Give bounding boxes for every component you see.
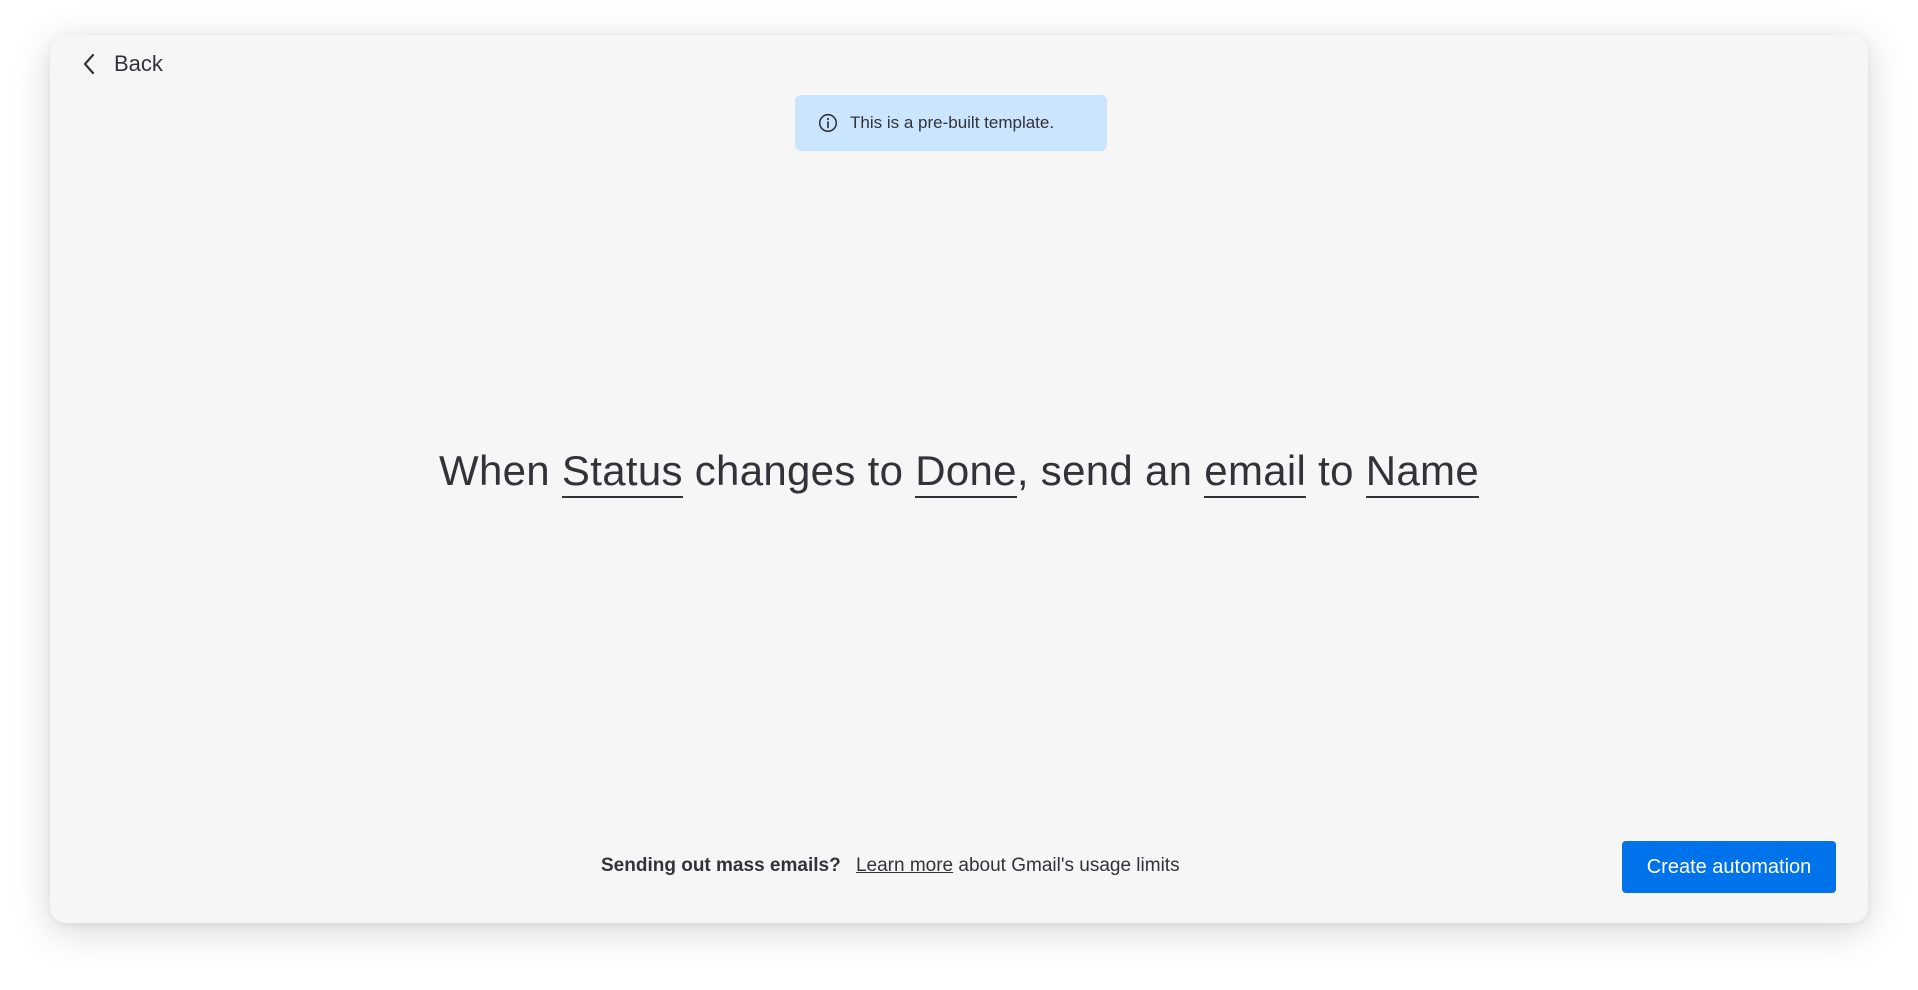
recipe-text: When (439, 447, 562, 494)
info-icon (817, 112, 839, 134)
recipe-text: to (1306, 447, 1366, 494)
recipe-text: , send an (1016, 447, 1205, 494)
mass-email-trailing-text: about Gmail's usage limits (958, 855, 1180, 876)
mass-email-note: Sending out mass emails? Learn more abou… (601, 855, 1180, 877)
chevron-left-icon (78, 52, 100, 76)
recipe-token-status-value[interactable]: Done (915, 447, 1017, 498)
recipe-token-status-column[interactable]: Status (561, 447, 683, 498)
automation-template-modal: Back This is a pre-built template. When … (50, 35, 1868, 923)
automation-recipe-sentence: When Status changes to Done, send an ema… (50, 447, 1868, 498)
template-info-text: This is a pre-built template. (850, 113, 1055, 132)
template-info-banner: This is a pre-built template. (795, 95, 1107, 151)
recipe-token-recipient[interactable]: Name (1365, 447, 1479, 498)
recipe-text: changes to (682, 447, 916, 494)
recipe-token-action[interactable]: email (1204, 447, 1307, 498)
learn-more-link[interactable]: Learn more (856, 855, 953, 876)
back-label: Back (114, 51, 163, 76)
create-automation-button[interactable]: Create automation (1622, 841, 1836, 893)
back-button[interactable]: Back (78, 49, 163, 79)
mass-email-question: Sending out mass emails? (601, 855, 841, 876)
